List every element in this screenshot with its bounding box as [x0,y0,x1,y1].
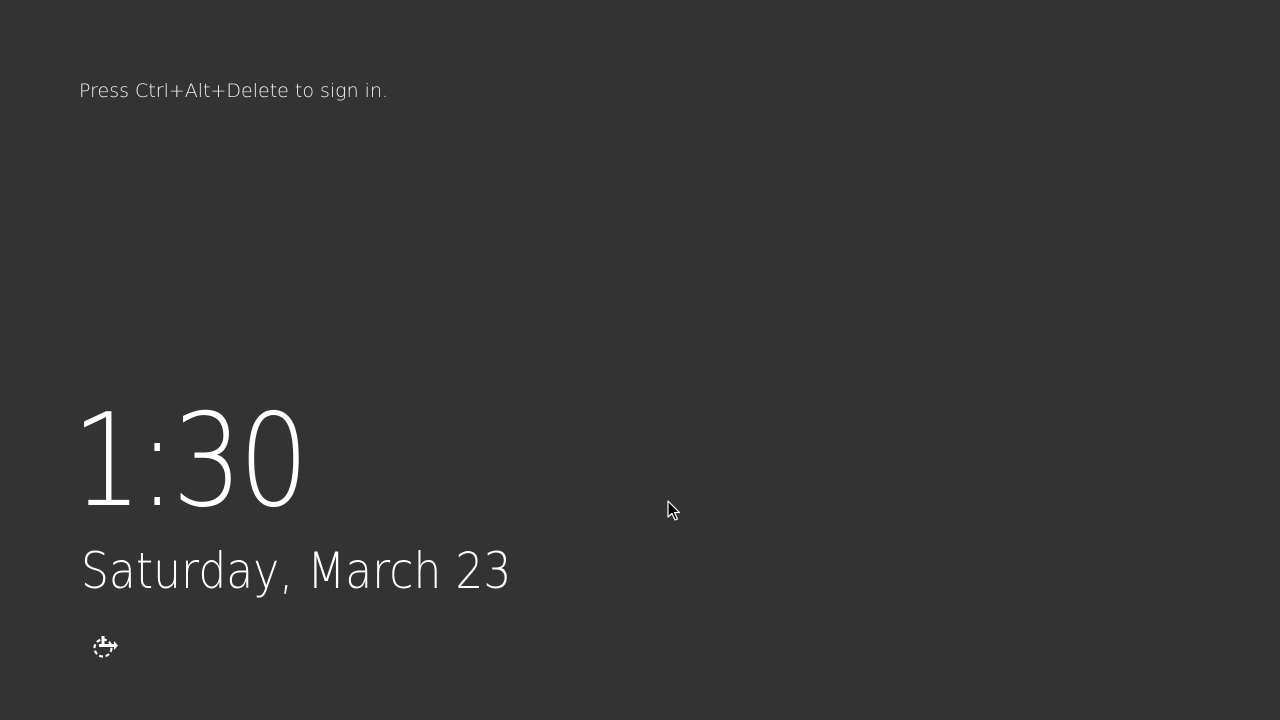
mouse-cursor-icon [667,500,681,522]
sign-in-prompt: Press Ctrl+Alt+Delete to sign in. [79,80,389,102]
clock-time: 1:30 [72,387,309,536]
lock-screen[interactable]: Press Ctrl+Alt+Delete to sign in. 1:30 S… [0,0,1280,720]
network-status-icon[interactable] [90,633,118,661]
clock-date: Saturday, March 23 [81,542,512,600]
